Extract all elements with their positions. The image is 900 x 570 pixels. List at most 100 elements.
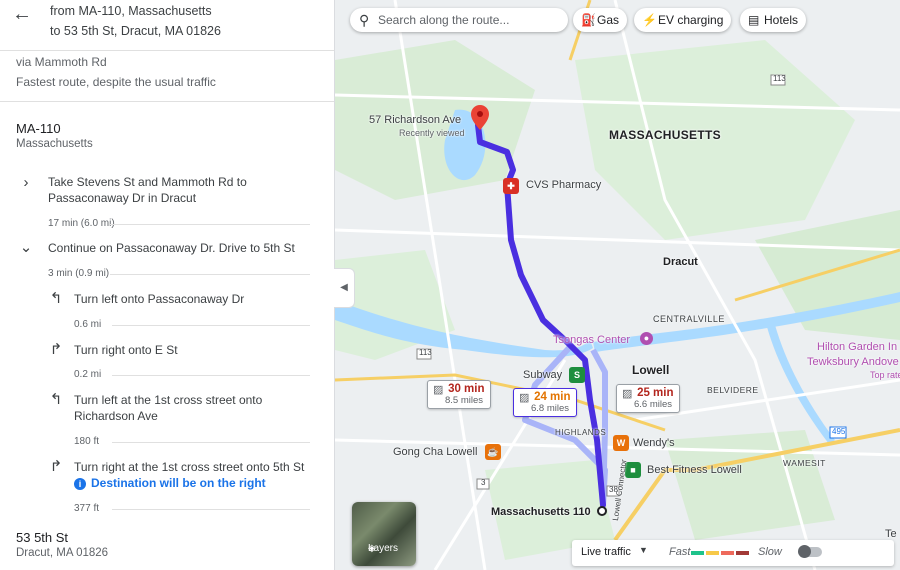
route-time: 24 min [534, 391, 571, 403]
route-option-box[interactable]: ▨ 25 min 6.6 miles [616, 384, 680, 413]
richardson-label[interactable]: 57 Richardson Ave [369, 114, 461, 126]
turn-left-icon: ↰ [49, 290, 63, 307]
route-miles: 8.5 miles [445, 395, 484, 406]
chip-label: Gas [597, 13, 620, 27]
traffic-swatch [721, 551, 734, 555]
destination-title: 53 5th St [16, 530, 69, 545]
subway-label[interactable]: Subway [523, 369, 562, 381]
header-divider [0, 50, 334, 51]
step-meta: 3 min (0.9 mi) [48, 268, 110, 279]
arrow-left-icon[interactable]: ← [12, 4, 34, 26]
lowell-label: Lowell [632, 363, 670, 377]
step-meta: 17 min (6.0 mi) [48, 218, 115, 229]
tsongas-label[interactable]: Tsongas Center [553, 334, 630, 346]
dracut-label: Dracut [663, 256, 698, 268]
map-view[interactable]: 113 113 3 495 38 57 Richardson Ave Recen… [335, 0, 900, 570]
layers-button[interactable]: ◈ Layers [352, 502, 416, 566]
traffic-legend: Live traffic ▼ Fast Slow [572, 540, 894, 566]
centralville-label: CENTRALVILLE [653, 314, 725, 324]
traffic-swatch [736, 551, 749, 555]
substep-divider [112, 509, 310, 510]
step-divider [110, 274, 310, 275]
substep-text[interactable]: Turn left onto Passaconaway Dr [74, 291, 314, 307]
route-time: 30 min [448, 383, 485, 395]
route-113-shield: 113 [773, 74, 786, 83]
massachusetts-label: MASSACHUSETTS [609, 128, 721, 142]
substep-distance: 0.6 mi [74, 319, 102, 330]
step-text[interactable]: Take Stevens St and Mammoth Rd to Passac… [48, 174, 278, 206]
route-495-shield: 495 [832, 427, 846, 436]
destination-subtitle: Dracut, MA 01826 [16, 547, 109, 559]
gongcha-label[interactable]: Gong Cha Lowell [393, 446, 477, 458]
info-icon: i [74, 478, 86, 490]
restaurant-icon[interactable]: S [569, 367, 585, 383]
route-113-shield: 113 [419, 348, 432, 357]
destination-note-text: Destination will be on the right [91, 476, 266, 490]
origin-subtitle: Massachusetts [16, 138, 93, 150]
chevron-down-icon[interactable]: ⌄ [18, 240, 34, 256]
hilton-label[interactable]: Hilton Garden In [817, 341, 897, 353]
chevron-right-icon[interactable]: › [18, 175, 34, 191]
origin-marker [597, 506, 607, 516]
highlands-label: HIGHLANDS [555, 428, 607, 437]
gas-chip[interactable]: ⛽ Gas [573, 8, 628, 32]
turn-left-icon: ↰ [49, 391, 63, 408]
te-label: Te [885, 528, 897, 540]
substep-divider [112, 375, 310, 376]
bestfitness-label[interactable]: Best Fitness Lowell [647, 464, 742, 476]
route-miles: 6.6 miles [634, 399, 673, 410]
ev-charging-chip[interactable]: ⚡ EV charging [634, 8, 732, 32]
traffic-swatch [706, 551, 719, 555]
substep-distance: 0.2 mi [74, 369, 102, 380]
step-divider [110, 224, 310, 225]
route-description: Fastest route, despite the usual traffic [16, 75, 216, 89]
top-rated-label: Top rate [870, 370, 900, 380]
substep-text[interactable]: Turn right at the 1st cross street onto … [74, 459, 324, 475]
massachusetts-110-label: Massachusetts 110 [491, 506, 591, 518]
cafe-icon[interactable]: ☕ [485, 444, 501, 460]
route-3-shield: 3 [481, 478, 486, 487]
turn-right-icon: ↱ [49, 341, 63, 358]
route-option-box[interactable]: ▨ 30 min 8.5 miles [427, 380, 491, 409]
wendys-label[interactable]: Wendy's [633, 437, 675, 449]
route-miles: 6.8 miles [531, 403, 570, 414]
chip-label: EV charging [658, 13, 724, 27]
route-time: 25 min [637, 387, 674, 399]
step-text[interactable]: Continue on Passaconaway Dr. Drive to 5t… [48, 240, 318, 256]
search-along-route-input[interactable]: ⚲ Search along the route... [350, 8, 568, 32]
turn-right-icon: ↱ [49, 458, 63, 475]
belvidere-label: BELVIDERE [707, 385, 759, 395]
dropdown-arrow-icon[interactable]: ▼ [639, 545, 648, 555]
collapse-panel-button[interactable]: ◀ [334, 268, 355, 308]
hotel-icon: ▤ [748, 13, 760, 27]
substep-text[interactable]: Turn left at the 1st cross street onto R… [74, 392, 284, 424]
car-icon: ▨ [519, 392, 530, 404]
traffic-swatch [691, 551, 704, 555]
live-traffic-dropdown[interactable]: Live traffic [581, 546, 631, 558]
substep-divider [112, 325, 310, 326]
cvs-label[interactable]: CVS Pharmacy [526, 179, 601, 191]
route-via: via Mammoth Rd [16, 55, 107, 69]
layers-text: Layers [368, 543, 399, 554]
directions-panel: ← from MA-110, Massachusetts to 53 5th S… [0, 0, 335, 570]
pharmacy-icon[interactable]: ✚ [503, 178, 519, 194]
hotels-chip[interactable]: ▤ Hotels [740, 8, 807, 32]
origin-title: MA-110 [16, 121, 61, 136]
from-location[interactable]: from MA-110, Massachusetts [50, 4, 212, 18]
destination-note: i Destination will be on the right [74, 476, 266, 490]
tewksbury-label[interactable]: Tewksbury Andove [807, 356, 899, 368]
substep-distance: 377 ft [74, 503, 100, 514]
restaurant-icon[interactable]: W [613, 435, 629, 451]
car-icon: ▨ [622, 388, 633, 400]
substep-text[interactable]: Turn right onto E St [74, 342, 314, 358]
to-location[interactable]: to 53 5th St, Dracut, MA 01826 [50, 24, 221, 38]
route-option-box[interactable]: ▨ 24 min 6.8 miles [513, 388, 577, 417]
ev-charging-icon: ⚡ [642, 13, 657, 27]
search-icon: ⚲ [359, 12, 370, 28]
search-placeholder: Search along the route... [378, 13, 510, 27]
substep-distance: 180 ft [74, 436, 100, 447]
arena-icon[interactable]: ● [640, 332, 653, 345]
car-icon: ▨ [433, 384, 444, 396]
traffic-toggle-knob[interactable] [798, 545, 811, 558]
traffic-fast-label: Fast [669, 546, 691, 558]
